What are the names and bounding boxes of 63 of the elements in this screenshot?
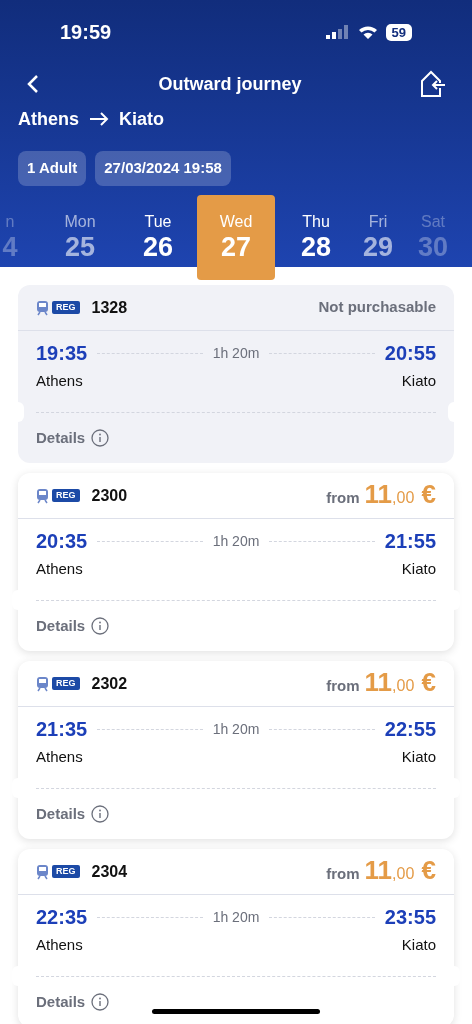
train-icon	[36, 863, 49, 880]
date-tab[interactable]: Tue 26	[130, 195, 186, 280]
info-icon	[91, 993, 110, 1011]
signal-icon	[325, 25, 350, 39]
departure-station: Athens	[36, 371, 83, 391]
right-arrow-icon	[89, 112, 109, 126]
arrival-time: 22:55	[384, 717, 436, 741]
train-type-badge: REG	[52, 489, 80, 502]
status-time: 19:59	[60, 20, 112, 45]
train-icon	[36, 675, 49, 692]
page-title: Outward journey	[157, 72, 303, 96]
battery-indicator: 59	[385, 23, 412, 41]
details-link[interactable]: Details	[36, 428, 110, 448]
departure-station: Athens	[36, 935, 83, 955]
arrival-time: 20:55	[384, 341, 436, 365]
train-type-badge: REG	[52, 865, 80, 878]
train-number: 2304	[91, 861, 128, 882]
details-link[interactable]: Details	[36, 616, 110, 636]
availability-status: Not purchasable	[318, 297, 436, 318]
train-type-badge: REG	[52, 677, 80, 690]
destination-station: Kiato	[119, 107, 164, 131]
filter-chip[interactable]: 27/03/2024 19:58	[95, 151, 231, 186]
details-link[interactable]: Details	[36, 992, 110, 1012]
arrival-time: 21:55	[384, 529, 436, 553]
arrival-time: 23:55	[384, 905, 436, 929]
arrival-station: Kiato	[401, 747, 436, 767]
origin-station: Athens	[18, 107, 79, 131]
duration: 1h 20m	[212, 531, 260, 551]
departure-station: Athens	[36, 747, 83, 767]
train-icon	[36, 299, 49, 316]
departure-station: Athens	[36, 559, 83, 579]
price-value: 11,00 €	[364, 669, 436, 696]
price-value: 11,00 €	[364, 857, 436, 884]
wifi-icon	[357, 24, 378, 40]
train-number: 2302	[91, 673, 128, 694]
train-number: 2300	[91, 485, 128, 506]
train-type-badge: REG	[52, 301, 80, 314]
departure-time: 21:35	[36, 717, 88, 741]
arrival-station: Kiato	[401, 371, 436, 391]
date-tab[interactable]: Mon 25	[52, 195, 108, 280]
info-icon	[91, 429, 110, 447]
date-tab[interactable]: Thu 28	[288, 195, 344, 280]
info-icon	[91, 805, 110, 823]
back-icon[interactable]	[26, 74, 40, 94]
info-icon	[91, 617, 110, 635]
departure-time: 22:35	[36, 905, 88, 929]
departure-time: 20:35	[36, 529, 88, 553]
duration: 1h 20m	[212, 343, 260, 363]
price-prefix: from	[326, 488, 360, 509]
arrival-station: Kiato	[401, 935, 436, 955]
details-link[interactable]: Details	[36, 804, 110, 824]
arrival-station: Kiato	[401, 559, 436, 579]
filter-chip[interactable]: 1 Adult	[18, 151, 87, 186]
departure-time: 19:35	[36, 341, 88, 365]
duration: 1h 20m	[212, 907, 260, 927]
home-exit-icon[interactable]	[420, 70, 446, 98]
price-prefix: from	[326, 864, 360, 885]
duration: 1h 20m	[212, 719, 260, 739]
train-icon	[36, 487, 49, 504]
date-tab[interactable]: Fri 29	[350, 195, 406, 280]
train-number: 1328	[91, 297, 128, 318]
price-value: 11,00 €	[364, 481, 436, 508]
price-prefix: from	[326, 676, 360, 697]
